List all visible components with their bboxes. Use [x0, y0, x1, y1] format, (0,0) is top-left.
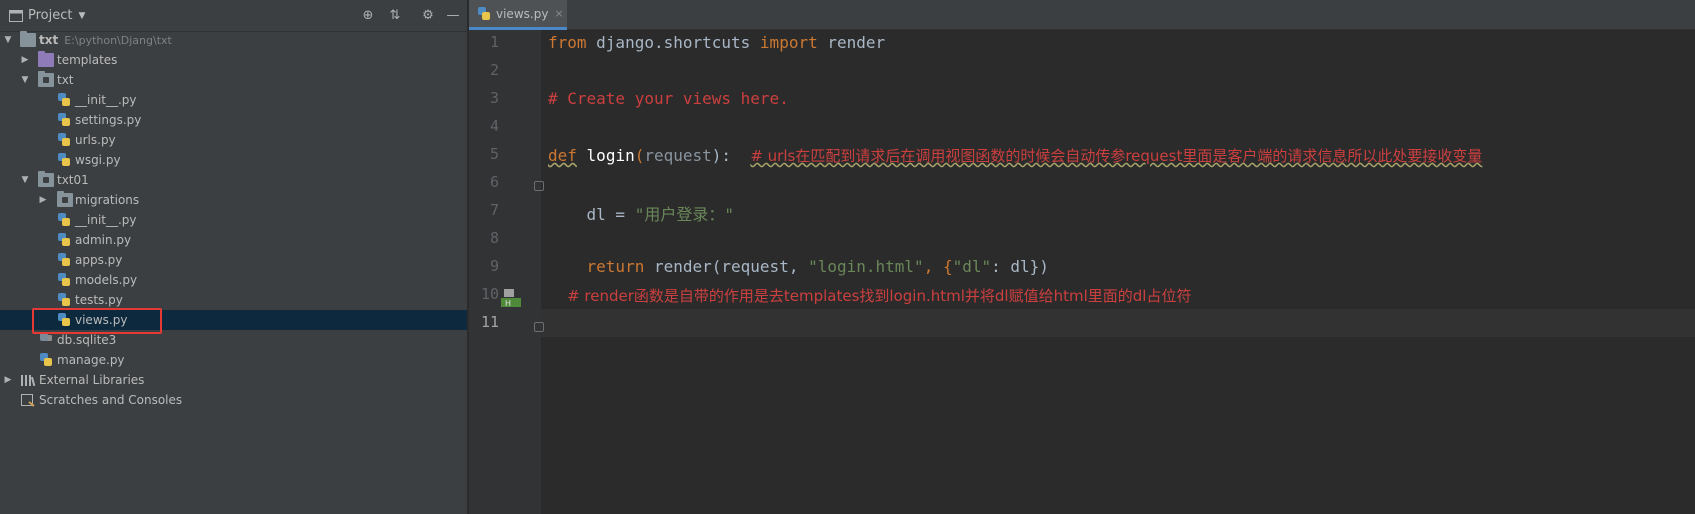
code-line-3[interactable]: # Create your views here. [548, 89, 789, 108]
tree-item-label: templates [57, 53, 118, 67]
folder-icon [38, 51, 54, 67]
chevron-down-icon[interactable]: ▼ [19, 70, 31, 90]
line-number: 5 [489, 145, 499, 163]
line-number: 9 [489, 257, 499, 275]
tree-item-label: apps.py [75, 253, 123, 267]
close-icon[interactable]: × [554, 7, 563, 20]
current-line-highlight [469, 309, 1695, 337]
tab-label: views.py [496, 6, 549, 21]
svg-text:H: H [505, 299, 511, 308]
tree-item-label: models.py [75, 273, 138, 287]
line-number: 2 [489, 61, 499, 79]
tree-item-label: txt [39, 33, 59, 47]
code-line-10[interactable]: # render函数是自带的作用是去templates找到login.html并… [548, 285, 1191, 306]
tree-item-txt01[interactable]: ▼ txt01 [0, 170, 467, 190]
package-folder-icon [57, 191, 73, 207]
code-line-1[interactable]: from django.shortcuts import render [548, 33, 885, 52]
tree-item-file[interactable]: apps.py [0, 250, 467, 270]
tree-item-label: __init__.py [75, 213, 137, 227]
tree-item-file[interactable]: tests.py [0, 290, 467, 310]
locate-icon[interactable]: ⊕ [360, 8, 376, 24]
tree-item-path: E:\python\Djang\txt [64, 34, 172, 47]
line-number: 1 [489, 33, 499, 51]
line-number: 8 [489, 229, 499, 247]
collapse-all-icon[interactable]: ⇅ [387, 8, 403, 24]
line-number: 4 [489, 117, 499, 135]
tree-item-label: manage.py [57, 353, 125, 367]
python-file-icon [39, 353, 53, 367]
tree-item-migrations[interactable]: ▶ migrations [0, 190, 467, 210]
tree-item-file[interactable]: urls.py [0, 130, 467, 150]
chevron-down-icon[interactable]: ▼ [19, 170, 31, 190]
python-file-icon [57, 133, 71, 147]
project-window-icon [8, 8, 24, 24]
chevron-down-icon[interactable]: ▼ [78, 11, 85, 21]
tree-item-file[interactable]: wsgi.py [0, 150, 467, 170]
tree-item-scratches[interactable]: Scratches and Consoles [0, 390, 467, 410]
line-number-gutter: 1 2 3 4 5 6 7 8 9 10 11 H [469, 30, 544, 514]
tree-item-label: External Libraries [39, 373, 145, 387]
tree-item-file[interactable]: settings.py [0, 110, 467, 130]
python-file-icon [477, 6, 491, 21]
tree-item-label: txt01 [57, 173, 89, 187]
folder-icon [20, 31, 36, 47]
project-panel-title[interactable]: Project [28, 8, 72, 23]
editor: views.py × 1 2 3 4 5 6 7 8 9 10 11 H fro… [469, 0, 1695, 514]
line-number: 6 [489, 173, 499, 191]
tree-item-root[interactable]: ▼ txt E:\python\Djang\txt [0, 30, 467, 50]
tree-item-templates[interactable]: ▶ templates [0, 50, 467, 70]
tree-item-label: tests.py [75, 293, 123, 307]
python-file-icon [57, 293, 71, 307]
python-file-icon [57, 253, 71, 267]
package-folder-icon [38, 71, 54, 87]
html-template-marker-icon[interactable]: H [501, 288, 521, 308]
python-file-icon [57, 233, 71, 247]
chevron-down-icon[interactable]: ▼ [2, 30, 14, 50]
line-number: 10 [480, 285, 499, 303]
tab-views-py[interactable]: views.py × [469, 0, 567, 30]
editor-tab-bar: views.py × [469, 0, 1695, 30]
tree-item-label: admin.py [75, 233, 132, 247]
library-icon [20, 373, 36, 387]
package-folder-icon [38, 171, 54, 187]
tree-item-file[interactable]: manage.py [0, 350, 467, 370]
code-line-7[interactable]: dl = "用户登录：" [548, 201, 734, 225]
tree-item-label: migrations [75, 193, 140, 207]
minimize-icon[interactable]: — [445, 8, 461, 24]
tree-item-label: txt [57, 73, 74, 87]
tree-item-label: urls.py [75, 133, 116, 147]
tree-item-file[interactable]: admin.py [0, 230, 467, 250]
python-file-icon [57, 93, 71, 107]
tree-item-file[interactable]: models.py [0, 270, 467, 290]
tree-item-label: wsgi.py [75, 153, 121, 167]
code-line-5[interactable]: def login(request): # urls在匹配到请求后在调用视图函数… [548, 145, 1482, 166]
chevron-right-icon[interactable]: ▶ [2, 370, 14, 390]
scratches-icon [20, 393, 36, 407]
python-file-icon [57, 113, 71, 127]
python-file-icon [57, 153, 71, 167]
chevron-right-icon[interactable]: ▶ [19, 50, 31, 70]
selection-highlight-box [32, 308, 162, 334]
tree-item-external-libraries[interactable]: ▶ External Libraries [0, 370, 467, 390]
gear-icon[interactable]: ⚙ [420, 8, 436, 24]
tree-item-txt[interactable]: ▼ txt [0, 70, 467, 90]
tree-item-label: Scratches and Consoles [39, 393, 183, 407]
tree-item-file[interactable]: __init__.py [0, 90, 467, 110]
project-panel: Project ▼ ⊕ ⇅ ⚙ — ▼ txt E:\python\Djang\t… [0, 0, 468, 514]
project-tree: ▼ txt E:\python\Djang\txt ▶ templates ▼ t… [0, 30, 467, 410]
python-file-icon [57, 213, 71, 227]
chevron-right-icon[interactable]: ▶ [37, 190, 49, 210]
code-line-9[interactable]: return render(request, "login.html", {"d… [548, 257, 1049, 276]
fold-marker-icon[interactable] [534, 322, 544, 332]
database-file-icon [39, 333, 53, 347]
tree-item-file[interactable]: __init__.py [0, 210, 467, 230]
tree-item-label: __init__.py [75, 93, 137, 107]
fold-marker-icon[interactable] [534, 181, 544, 191]
python-file-icon [57, 273, 71, 287]
line-number: 11 [480, 313, 499, 331]
line-number: 7 [489, 201, 499, 219]
line-number: 3 [489, 89, 499, 107]
tree-item-label: settings.py [75, 113, 142, 127]
